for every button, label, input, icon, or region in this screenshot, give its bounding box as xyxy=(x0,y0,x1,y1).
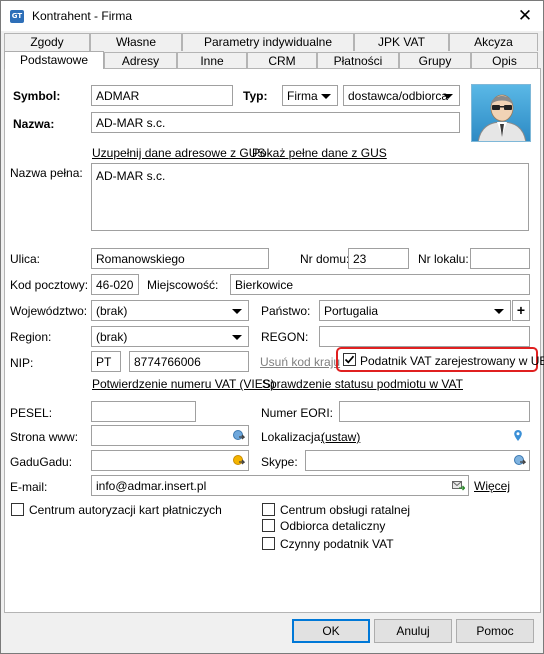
region-select[interactable]: (brak) xyxy=(91,326,249,347)
voivodeship-value: (brak) xyxy=(96,304,128,318)
nip-prefix-input[interactable]: PT xyxy=(91,351,121,372)
retail-label: Odbiorca detaliczny xyxy=(280,519,386,533)
remove-country-code-link[interactable]: Usuń kod kraju xyxy=(260,355,340,369)
installments-checkbox[interactable] xyxy=(262,503,275,516)
city-label: Miejscowość: xyxy=(147,278,219,292)
localization-set-link[interactable]: (ustaw) xyxy=(321,430,360,444)
card-center-label: Centrum autoryzacji kart płatniczych xyxy=(29,503,222,517)
symbol-label: Symbol: xyxy=(13,89,61,103)
country-label: Państwo: xyxy=(261,304,311,318)
street-input[interactable]: Romanowskiego xyxy=(91,248,269,269)
country-value: Portugalia xyxy=(324,304,379,318)
typ-label: Typ: xyxy=(243,89,268,103)
avatar[interactable] xyxy=(471,84,531,142)
gus-show-link[interactable]: Pokaż pełne dane z GUS xyxy=(252,146,387,160)
checkmark-icon xyxy=(344,355,355,364)
close-button[interactable]: ✕ xyxy=(513,5,537,27)
gadu-input[interactable] xyxy=(91,450,249,471)
window-title: Kontrahent - Firma xyxy=(32,9,133,23)
chevron-down-icon xyxy=(232,309,242,314)
nip-input[interactable]: 8774766006 xyxy=(129,351,249,372)
gadu-label: GaduGadu: xyxy=(10,455,73,469)
pesel-input[interactable] xyxy=(91,401,196,422)
vat-status-link[interactable]: Sprawdzenie statusu podmiotu w VAT xyxy=(262,377,463,391)
email-value: info@admar.insert.pl xyxy=(96,479,207,493)
nip-label: NIP: xyxy=(10,356,34,370)
card-center-checkbox[interactable] xyxy=(11,503,24,516)
active-vat-checkbox[interactable] xyxy=(262,537,275,550)
voivodeship-label: Województwo: xyxy=(10,304,88,318)
tab-parametry[interactable]: Parametry indywidualne xyxy=(182,33,354,51)
email-label: E-mail: xyxy=(10,480,48,494)
app-icon: GT xyxy=(10,10,24,23)
dialog-window: GT Kontrahent - Firma ✕ Zgody Własne Par… xyxy=(0,0,544,654)
house-no-input[interactable]: 23 xyxy=(348,248,409,269)
region-value: (brak) xyxy=(96,330,128,344)
chevron-down-icon xyxy=(494,309,504,314)
person-icon xyxy=(477,94,527,141)
relation-select-value: dostawca/odbiorca xyxy=(348,89,449,103)
eori-label: Numer EORI: xyxy=(261,406,334,420)
typ-select[interactable]: Firma xyxy=(282,85,338,106)
pesel-label: PESEL: xyxy=(10,406,53,420)
ok-button[interactable]: OK xyxy=(292,619,370,643)
mail-send-icon[interactable] xyxy=(452,479,465,492)
chevron-down-icon xyxy=(321,94,331,99)
www-label: Strona www: xyxy=(10,430,79,444)
help-button[interactable]: Pomoc xyxy=(456,619,534,643)
tab-podstawowe[interactable]: Podstawowe xyxy=(4,51,104,69)
map-pin-icon[interactable] xyxy=(513,429,523,442)
flat-no-input[interactable] xyxy=(470,248,530,269)
chevron-down-icon xyxy=(232,335,242,340)
vat-ue-checkbox[interactable] xyxy=(343,353,356,366)
typ-select-value: Firma xyxy=(287,89,318,103)
eori-input[interactable] xyxy=(339,401,530,422)
nazwa-input[interactable]: AD-MAR s.c. xyxy=(91,112,460,133)
country-select[interactable]: Portugalia xyxy=(319,300,511,321)
postal-label: Kod pocztowy: xyxy=(10,278,89,292)
region-label: Region: xyxy=(10,330,52,344)
full-name-label: Nazwa pełna: xyxy=(10,166,83,180)
more-link[interactable]: Więcej xyxy=(474,479,510,493)
skype-input[interactable] xyxy=(305,450,530,471)
flat-no-label: Nr lokalu: xyxy=(418,252,469,266)
installments-label: Centrum obsługi ratalnej xyxy=(280,503,411,517)
skype-icon[interactable] xyxy=(513,454,526,467)
tab-zgody[interactable]: Zgody xyxy=(4,33,90,51)
vat-ue-label: Podatnik VAT zarejestrowany w UE xyxy=(360,354,544,368)
skype-label: Skype: xyxy=(261,455,298,469)
tab-wlasne[interactable]: Własne xyxy=(90,33,182,51)
symbol-input[interactable]: ADMAR xyxy=(91,85,233,106)
city-input[interactable]: Bierkowice xyxy=(230,274,530,295)
regon-input[interactable] xyxy=(319,326,530,347)
www-input[interactable] xyxy=(91,425,249,446)
postal-input[interactable]: 46-020 xyxy=(91,274,139,295)
cancel-button[interactable]: Anuluj xyxy=(374,619,452,643)
localization-label: Lokalizacja: xyxy=(261,430,324,444)
add-country-button[interactable]: + xyxy=(512,300,530,321)
retail-checkbox[interactable] xyxy=(262,519,275,532)
nazwa-label: Nazwa: xyxy=(13,117,55,131)
globe-arrow-icon[interactable] xyxy=(232,429,245,442)
tab-jpk-vat[interactable]: JPK VAT xyxy=(354,33,449,51)
regon-label: REGON: xyxy=(261,330,309,344)
full-name-textarea[interactable]: AD-MAR s.c. xyxy=(91,163,529,231)
chevron-down-icon xyxy=(443,94,453,99)
title-bar: GT Kontrahent - Firma ✕ xyxy=(1,1,543,31)
vat-confirm-link[interactable]: Potwierdzenie numeru VAT (VIES) xyxy=(92,377,275,391)
house-no-label: Nr domu: xyxy=(300,252,350,266)
email-input[interactable]: info@admar.insert.pl xyxy=(91,475,469,496)
gadu-gadu-icon[interactable] xyxy=(232,454,245,467)
tab-akcyza[interactable]: Akcyza xyxy=(449,33,538,51)
active-vat-label: Czynny podatnik VAT xyxy=(280,537,394,551)
voivodeship-select[interactable]: (brak) xyxy=(91,300,249,321)
gus-fill-link[interactable]: Uzupełnij dane adresowe z GUS xyxy=(92,146,265,160)
street-label: Ulica: xyxy=(10,252,41,266)
relation-select[interactable]: dostawca/odbiorca xyxy=(343,85,460,106)
